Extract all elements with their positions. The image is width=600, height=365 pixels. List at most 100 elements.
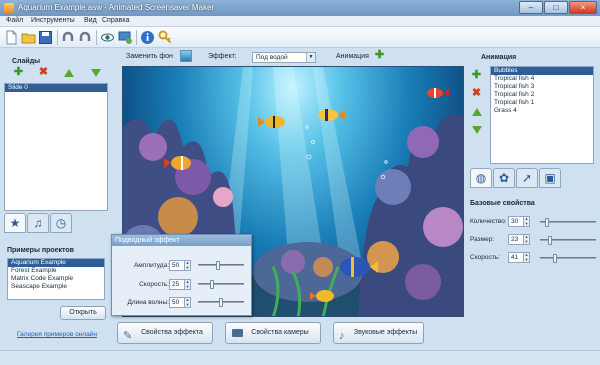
add-animation-object-icon[interactable]: ✚	[471, 70, 482, 81]
menu-view[interactable]: Вид	[84, 17, 97, 24]
frame-icon[interactable]: ▣	[539, 168, 561, 188]
delete-animation-object-icon[interactable]: ✖	[471, 88, 482, 99]
amplitude-value: 50	[172, 262, 180, 269]
menu-bar: Файл Инструменты Вид Справка	[0, 16, 600, 27]
list-item[interactable]: Grass 4	[491, 107, 593, 115]
camera-properties-label: Свойства камеры	[251, 329, 309, 336]
save-icon[interactable]	[38, 30, 53, 45]
brush-icon: ✎	[123, 330, 133, 342]
examples-list[interactable]: Aquarium Example Forest Example Matrix C…	[7, 258, 105, 300]
list-item[interactable]: Tropical fish 1	[491, 99, 593, 107]
slider-thumb[interactable]	[210, 280, 214, 289]
base-props-title: Базовые свойства	[470, 200, 535, 207]
replace-bg-label[interactable]: Заменить фон	[126, 53, 173, 60]
list-item[interactable]: Aquarium Example	[8, 259, 104, 267]
music-note-icon[interactable]: ♫	[27, 213, 49, 233]
info-icon[interactable]	[140, 30, 155, 45]
motion-icon[interactable]: ➚	[516, 168, 538, 188]
minimize-button[interactable]: –	[519, 1, 543, 14]
slider-thumb[interactable]	[553, 254, 557, 263]
speed-label: Скорость:	[139, 281, 169, 288]
amplitude-stepper[interactable]: 50 ▲ ▼	[169, 260, 191, 271]
bubbles	[305, 125, 388, 180]
add-slide-icon[interactable]: ✚	[13, 67, 24, 78]
key-icon[interactable]	[158, 30, 173, 45]
speed-slider[interactable]	[198, 280, 244, 289]
delete-slide-icon[interactable]: ✖	[38, 67, 49, 78]
quantity-slider[interactable]	[540, 218, 596, 227]
quantity-stepper[interactable]: 30 ▲ ▼	[508, 216, 530, 227]
stepper-arrows-icon[interactable]: ▲ ▼	[523, 252, 529, 262]
stepper-arrows-icon[interactable]: ▲ ▼	[184, 260, 190, 270]
speaker-icon: ♪	[339, 330, 345, 342]
menu-help[interactable]: Справка	[102, 17, 129, 24]
examples-title: Примеры проектов	[7, 247, 74, 254]
star-icon[interactable]: ★	[4, 213, 26, 233]
screen-settings-icon[interactable]	[118, 30, 133, 45]
list-item[interactable]: Tropical fish 3	[491, 83, 593, 91]
maximize-button[interactable]: □	[544, 1, 568, 14]
slides-list[interactable]: Slide 0	[4, 83, 108, 211]
speed-stepper[interactable]: 25 ▲ ▼	[169, 279, 191, 290]
amplitude-slider[interactable]	[198, 261, 244, 270]
stepper-arrows-icon[interactable]: ▲ ▼	[184, 297, 190, 307]
clock-icon[interactable]: ◷	[50, 213, 72, 233]
effect-label: Эффект:	[208, 53, 237, 60]
redo-icon[interactable]	[78, 30, 93, 45]
speed-prop-slider[interactable]	[540, 254, 596, 263]
move-up-icon[interactable]	[472, 108, 482, 116]
slider-thumb[interactable]	[216, 261, 220, 270]
stepper-arrows-icon[interactable]: ▲ ▼	[523, 234, 529, 244]
stepper-arrows-icon[interactable]: ▲ ▼	[184, 279, 190, 289]
move-down-icon[interactable]	[472, 126, 482, 134]
open-example-button[interactable]: Открыть	[60, 306, 106, 320]
animation-toolbar-label: Анимация	[336, 53, 369, 60]
stepper-arrows-icon[interactable]: ▲ ▼	[523, 216, 529, 226]
replace-bg-icon[interactable]	[180, 50, 192, 62]
animation-list[interactable]: Bubbles Tropical fish 4 Tropical fish 3 …	[490, 66, 594, 164]
toolbar-separator	[136, 30, 137, 45]
list-item[interactable]: Bubbles	[491, 67, 593, 75]
new-icon[interactable]	[4, 30, 19, 45]
undo-icon[interactable]	[61, 30, 76, 45]
camera-properties-button[interactable]: Свойства камеры	[225, 322, 321, 344]
menu-file[interactable]: Файл	[6, 17, 23, 24]
gallery-link[interactable]: Галерея примеров онлайн	[17, 331, 97, 338]
effect-select-value: Под водой	[256, 54, 288, 61]
object-props-icon[interactable]: ◍	[470, 168, 492, 188]
amplitude-label: Амплитуда:	[133, 262, 169, 269]
sound-effects-button[interactable]: ♪ Звуковые эффекты	[333, 322, 424, 344]
animation-title: Анимация	[481, 54, 517, 61]
slider-thumb[interactable]	[545, 218, 549, 227]
toolbar-separator	[57, 30, 58, 45]
wavelength-row: Длина волны: 50 ▲ ▼	[112, 297, 253, 309]
list-item[interactable]: Matrix Code Example	[8, 275, 104, 283]
size-slider[interactable]	[540, 236, 596, 245]
preview-eye-icon[interactable]	[100, 30, 115, 45]
slider-thumb[interactable]	[548, 236, 552, 245]
list-item[interactable]: Seascape Example	[8, 283, 104, 291]
list-item[interactable]: Tropical fish 2	[491, 91, 593, 99]
add-animation-icon[interactable]: ✚	[374, 50, 385, 61]
app-icon	[4, 3, 14, 13]
close-button[interactable]: ×	[569, 1, 597, 14]
main-toolbar	[0, 27, 600, 48]
list-item[interactable]: Forest Example	[8, 267, 104, 275]
wavelength-slider[interactable]	[198, 298, 244, 307]
effect-select[interactable]: Под водой ▼	[252, 52, 316, 63]
list-item[interactable]: Tropical fish 4	[491, 75, 593, 83]
slider-thumb[interactable]	[219, 298, 223, 307]
speed-prop-stepper[interactable]: 41 ▲ ▼	[508, 252, 530, 263]
move-up-icon[interactable]	[64, 69, 74, 77]
size-stepper[interactable]: 23 ▲ ▼	[508, 234, 530, 245]
effect-properties-button[interactable]: ✎ Свойства эффекта	[117, 322, 213, 344]
wavelength-stepper[interactable]: 50 ▲ ▼	[169, 297, 191, 308]
move-down-icon[interactable]	[91, 69, 101, 77]
menu-tools[interactable]: Инструменты	[31, 17, 75, 24]
open-folder-icon[interactable]	[21, 30, 36, 45]
palette-icon[interactable]: ✿	[493, 168, 515, 188]
sound-effects-label: Звуковые эффекты	[353, 329, 418, 336]
size-label: Размер:	[470, 236, 495, 243]
list-item[interactable]: Slide 0	[5, 84, 107, 92]
dialog-title: Подводный эффект	[112, 235, 251, 246]
